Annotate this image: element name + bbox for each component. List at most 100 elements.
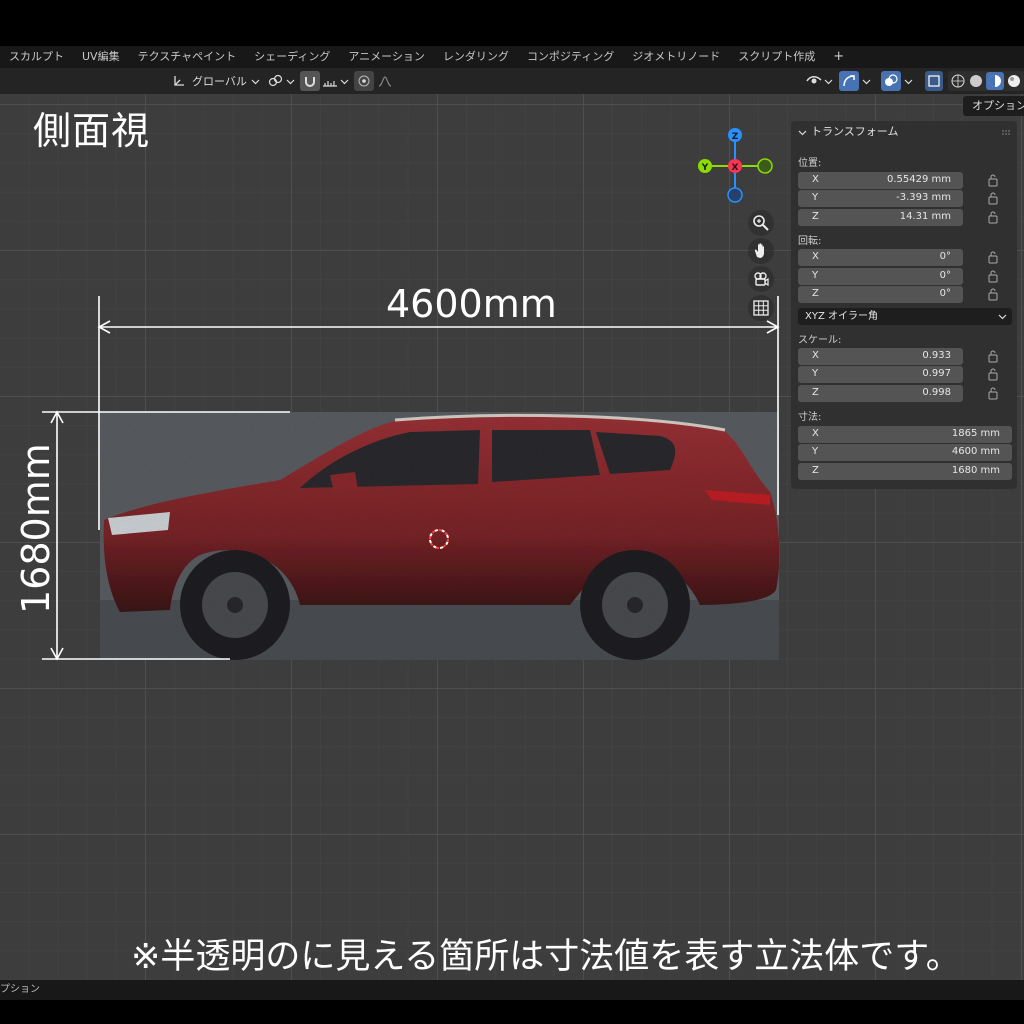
magnet-icon [305,77,315,87]
axis-label: Z [812,387,819,398]
scale-y-field[interactable]: Y 0.997 [798,366,963,383]
lock-icon[interactable] [988,269,998,283]
falloff-dropdown[interactable] [378,71,392,91]
pan-button[interactable] [748,238,774,264]
transform-orientation-dropdown[interactable]: グローバル [172,71,260,91]
rotation-z-field[interactable]: Z 0° [798,286,963,303]
tab-uv-editing[interactable]: UV編集 [73,46,129,68]
dimensions-label: 寸法: [798,412,822,423]
chevron-down-icon [998,314,1007,320]
rotation-x-field[interactable]: X 0° [798,249,963,266]
add-workspace-button[interactable]: + [824,46,853,68]
chevron-down-icon [286,79,295,84]
field-value: 0° [939,251,951,262]
axis-label: Z [812,288,819,299]
scale-x-field[interactable]: X 0.933 [798,348,963,365]
axis-label: X [812,428,819,439]
snap-target-dropdown[interactable] [322,71,349,91]
chevron-down-icon [904,79,913,84]
status-bar: オプション [0,980,1024,1000]
annotation-note: ※半透明のに見える箇所は寸法値を表す立法体です。 [131,937,961,977]
chevron-down-icon [862,79,871,84]
tab-texture-paint[interactable]: テクスチャペイント [129,46,246,68]
tab-sculpt[interactable]: スカルプト [0,46,73,68]
gizmo-z-label: Z [732,132,739,142]
workspace-tabs: スカルプト UV編集 テクスチャペイント シェーディング アニメーション レンダ… [0,46,1024,68]
lock-icon[interactable] [988,367,998,381]
tab-animation[interactable]: アニメーション [339,46,434,68]
camera-view-button[interactable] [748,266,774,292]
dimensions-y-field[interactable]: Y 4600 mm [798,444,1012,461]
perspective-toggle-button[interactable] [748,295,774,321]
zoom-button[interactable] [748,210,774,236]
bottom-black-bar [0,1000,1024,1024]
transform-panel-header[interactable]: トランスフォーム [791,121,1017,143]
proportional-editing-toggle[interactable] [354,71,374,91]
navigation-gizmo[interactable]: Z Y X [690,121,780,211]
zoom-icon [753,215,769,231]
lock-icon[interactable] [988,250,998,264]
lock-icon[interactable] [988,386,998,400]
xray-toggle[interactable] [925,71,943,91]
axis-label: Z [812,465,819,476]
orientation-label: グローバル [192,75,247,88]
field-value: 4600 mm [951,446,1000,457]
dimensions-z-field[interactable]: Z 1680 mm [798,463,1012,480]
gizmo-toggle[interactable] [839,71,859,91]
gizmo-icon [843,75,855,87]
overlays-dropdown[interactable] [904,71,913,91]
top-black-bar [0,0,1024,46]
lock-icon[interactable] [988,173,998,187]
chevron-down-icon [824,79,833,84]
orientation-icon [174,76,184,86]
visibility-dropdown[interactable] [806,71,833,91]
axis-label: Y [812,270,819,281]
location-label: 位置: [798,158,822,169]
falloff-curve-icon [378,76,392,87]
field-value: 1680 mm [951,465,1000,476]
field-value: 0° [939,270,951,281]
scale-label: スケール: [798,335,842,346]
viewport-header: グローバル [0,68,1024,94]
lock-icon[interactable] [988,349,998,363]
field-value: 0.933 [922,350,951,361]
rotation-mode-dropdown[interactable]: XYZ オイラー角 [798,308,1012,325]
lock-icon[interactable] [988,287,998,301]
shading-mode-group [948,71,1024,91]
status-bar-text: オプション [0,984,40,995]
dimensions-x-field[interactable]: X 1865 mm [798,426,1012,443]
tab-geometry-nodes[interactable]: ジオメトリノード [623,46,729,68]
tab-scripting[interactable]: スクリプト作成 [729,46,824,68]
rotation-y-field[interactable]: Y 0° [798,268,963,285]
tab-shading[interactable]: シェーディング [245,46,339,68]
rotation-label: 回転: [798,236,822,247]
pivot-icon [268,74,283,87]
material-preview-icon[interactable] [986,72,1004,90]
width-dimension-label: 4600mm [386,282,557,326]
snap-increment-icon [323,81,337,87]
options-button[interactable]: オプション [963,96,1024,116]
snap-toggle[interactable] [300,71,320,91]
overlays-toggle[interactable] [881,71,901,91]
axis-label: Z [812,211,819,222]
lock-icon[interactable] [988,191,998,205]
location-z-field[interactable]: Z 14.31 mm [798,209,963,226]
tab-compositing[interactable]: コンポジティング [518,46,623,68]
location-y-field[interactable]: Y -3.393 mm [798,190,963,207]
proportional-icon [358,75,370,87]
field-value: 1865 mm [951,428,1000,439]
gizmo-dropdown[interactable] [862,71,871,91]
wireframe-shading-icon[interactable] [950,73,966,89]
height-dimension-label: 1680mm [14,443,58,614]
lock-icon[interactable] [988,210,998,224]
tab-rendering[interactable]: レンダリング [434,46,518,68]
gizmo-y-label: Y [701,163,709,173]
solid-shading-icon[interactable] [968,73,984,89]
pivot-point-dropdown[interactable] [268,71,295,91]
scale-z-field[interactable]: Z 0.998 [798,385,963,402]
grid-icon [753,300,769,316]
location-x-field[interactable]: X 0.55429 mm [798,172,963,189]
drag-handle-icon[interactable] [1001,129,1013,137]
rendered-shading-icon[interactable] [1006,73,1022,89]
chevron-down-icon [251,79,260,84]
